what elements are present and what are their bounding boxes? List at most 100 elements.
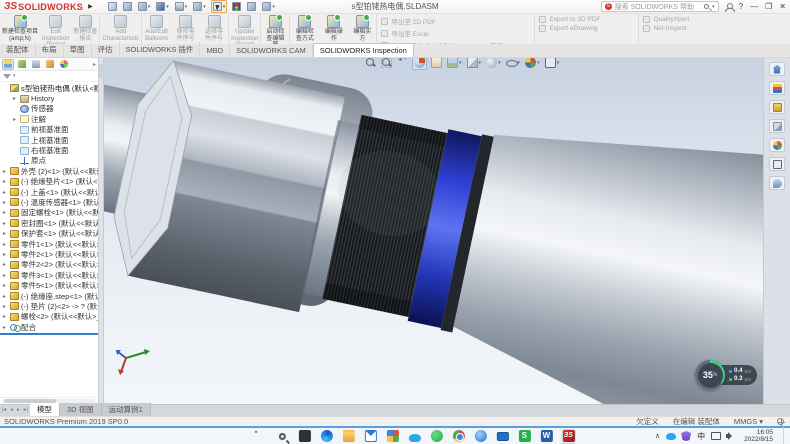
taskbar-app-button[interactable] [253, 429, 268, 444]
view-tool-button[interactable] [396, 58, 409, 69]
help-search-box[interactable]: S 搜索 SOLIDWORKS 帮助 ▾ [601, 1, 719, 12]
help-button[interactable]: ? [739, 2, 743, 12]
view-tool-button[interactable] [466, 58, 483, 69]
tree-item[interactable]: (-) 垫片 (2)<2> -> ? (默认<<默认> [0, 301, 98, 311]
tree-item[interactable]: (-) 绝缘座.step<1> (默认<<默认>_ [0, 291, 98, 301]
view-tool-button[interactable] [505, 58, 522, 69]
command-tab[interactable]: 草图 [64, 42, 92, 57]
tree-item[interactable]: (-) 上盖<1> (默认<<默认>_显示状态 [0, 187, 98, 197]
taskbar-app-button[interactable] [275, 429, 290, 444]
panel-tab[interactable] [16, 59, 28, 70]
task-pane-button[interactable] [769, 62, 785, 76]
tab-nav-arrow[interactable]: |◂ [0, 405, 8, 416]
performance-overlay-badge[interactable]: 35% 0.4 K/s 0.3 K/s [695, 360, 757, 390]
taskbar-app-button[interactable] [319, 429, 334, 444]
expand-arrow-icon[interactable] [3, 303, 8, 310]
task-pane-button[interactable] [769, 157, 785, 171]
login-user-icon[interactable] [725, 3, 733, 11]
tab-nav-arrow[interactable]: ◂ [8, 405, 15, 416]
view-tool-button[interactable] [446, 58, 463, 69]
panel-tab[interactable] [30, 59, 42, 70]
expand-arrow-icon[interactable] [3, 168, 8, 175]
search-dropdown-icon[interactable]: ▾ [712, 4, 715, 10]
taskbar-app-button[interactable] [385, 429, 400, 444]
expand-arrow-icon[interactable] [3, 251, 8, 258]
tree-item[interactable]: 零件1<1> (默认<<默认>_显示状态 [0, 239, 98, 249]
quick-access-button[interactable] [174, 1, 189, 12]
task-pane-button[interactable] [769, 119, 785, 133]
expand-arrow-icon[interactable] [3, 199, 8, 206]
expand-arrow-icon[interactable] [13, 95, 18, 102]
ribbon-button[interactable]: Add/Edit Balloons [142, 14, 171, 44]
command-tab[interactable]: SOLIDWORKS Inspection [313, 43, 414, 57]
ribbon-button[interactable]: 新建检查项目 (amp;N) [0, 14, 40, 44]
tray-icon[interactable] [726, 431, 736, 441]
ime-indicator[interactable]: 中 [697, 431, 705, 442]
view-tool-button[interactable] [412, 58, 427, 70]
view-tool-button[interactable] [380, 58, 393, 69]
expand-arrow-icon[interactable] [3, 261, 8, 268]
tree-item[interactable]: 注解 [0, 114, 98, 124]
expand-arrow-icon[interactable] [3, 178, 8, 185]
command-tab[interactable]: SOLIDWORKS CAM [230, 44, 313, 57]
tree-item[interactable]: 右视基准面 [0, 145, 98, 155]
tree-item[interactable]: 保护套<1> (默认<<默认>_显示状态 [0, 228, 98, 238]
view-tool-button[interactable] [364, 58, 377, 69]
tab-nav-arrow[interactable]: ▸ [15, 405, 22, 416]
panel-tab-overflow-icon[interactable]: ▸ [93, 61, 96, 68]
command-tab[interactable]: 布局 [36, 42, 64, 57]
expand-arrow-icon[interactable] [13, 116, 18, 123]
taskbar-app-button[interactable] [341, 429, 356, 444]
document-tab[interactable]: 模型 [30, 403, 60, 416]
view-tool-button[interactable] [430, 58, 443, 69]
ribbon-button[interactable]: Edit Inspection Project [40, 14, 71, 44]
taskbar-app-button[interactable] [495, 429, 510, 444]
ribbon-button[interactable]: Update Inspection Project [229, 14, 261, 44]
tree-item[interactable]: 上视基准面 [0, 135, 98, 145]
tree-item[interactable]: 传感器 [0, 104, 98, 114]
quick-access-button[interactable] [155, 1, 170, 12]
export-menu-item[interactable]: Export eDrawing [539, 25, 634, 32]
expand-arrow-icon[interactable] [3, 220, 8, 227]
export-menu-item[interactable]: 导出至 Excel [381, 28, 530, 38]
tree-item[interactable]: 零件5<1> (默认<<默认>_显示状态 [0, 280, 98, 290]
units-selector[interactable]: MMGS▾ [734, 417, 763, 426]
expand-arrow-icon[interactable] [3, 293, 8, 300]
search-icon[interactable] [704, 4, 709, 9]
taskbar-app-button[interactable] [451, 429, 466, 444]
tree-item[interactable]: 零件2<2> (默认<<默认>_显示状态 [0, 260, 98, 270]
tray-icon[interactable] [681, 431, 691, 441]
taskbar-app-button[interactable]: ЗS [561, 429, 576, 444]
task-pane-button[interactable] [769, 100, 785, 114]
ribbon-button[interactable]: 编辑操 作 [319, 14, 348, 44]
expand-arrow-icon[interactable] [3, 282, 8, 289]
command-tab[interactable]: 评估 [92, 42, 120, 57]
expand-arrow-icon[interactable] [3, 241, 8, 248]
expand-arrow-icon[interactable] [3, 324, 8, 331]
expand-arrow-icon[interactable] [3, 189, 8, 196]
quick-access-button[interactable] [192, 1, 207, 12]
expand-arrow-icon[interactable] [3, 230, 8, 237]
tab-nav-arrow[interactable]: ▸| [22, 405, 30, 416]
tree-item[interactable]: 外壳 (2)<1> (默认<<默认>_显示状态 [0, 166, 98, 176]
tree-item[interactable]: 原点 [0, 156, 98, 166]
tree-item[interactable]: 前视基准面 [0, 125, 98, 135]
ribbon-button[interactable]: 编辑检 查方式 [290, 14, 319, 44]
quick-access-button[interactable] [261, 1, 276, 12]
tree-root-item[interactable]: s型铂铑热电偶 (默认<默认_显示状态-1>) [0, 83, 98, 93]
export-menu-item[interactable]: Export to 3D PDF [539, 16, 634, 23]
tree-item[interactable]: (-) 温度传感器<1> (默认<<默认>_显 [0, 197, 98, 207]
panel-tab[interactable] [58, 59, 70, 70]
solidworks-logo[interactable]: ЗS SOLIDWORKS ▶ [4, 1, 93, 12]
export-menu-item[interactable]: 导出至 2D PDF [381, 16, 530, 26]
tray-icon[interactable] [666, 433, 676, 440]
tree-item[interactable]: 配合 [0, 322, 98, 332]
minimize-button[interactable]: — [750, 2, 758, 12]
ribbon-button[interactable]: 选择零 件序号 [200, 14, 229, 44]
ribbon-button[interactable]: 启动检 查编辑 器 [261, 14, 290, 44]
graphics-viewport[interactable]: 35% 0.4 K/s 0.3 K/s [104, 58, 763, 404]
view-tool-button[interactable] [544, 58, 561, 69]
taskbar-app-button[interactable]: S [517, 429, 532, 444]
ribbon-button[interactable]: 编辑实 方 [348, 14, 377, 44]
panel-tab[interactable] [44, 59, 56, 70]
